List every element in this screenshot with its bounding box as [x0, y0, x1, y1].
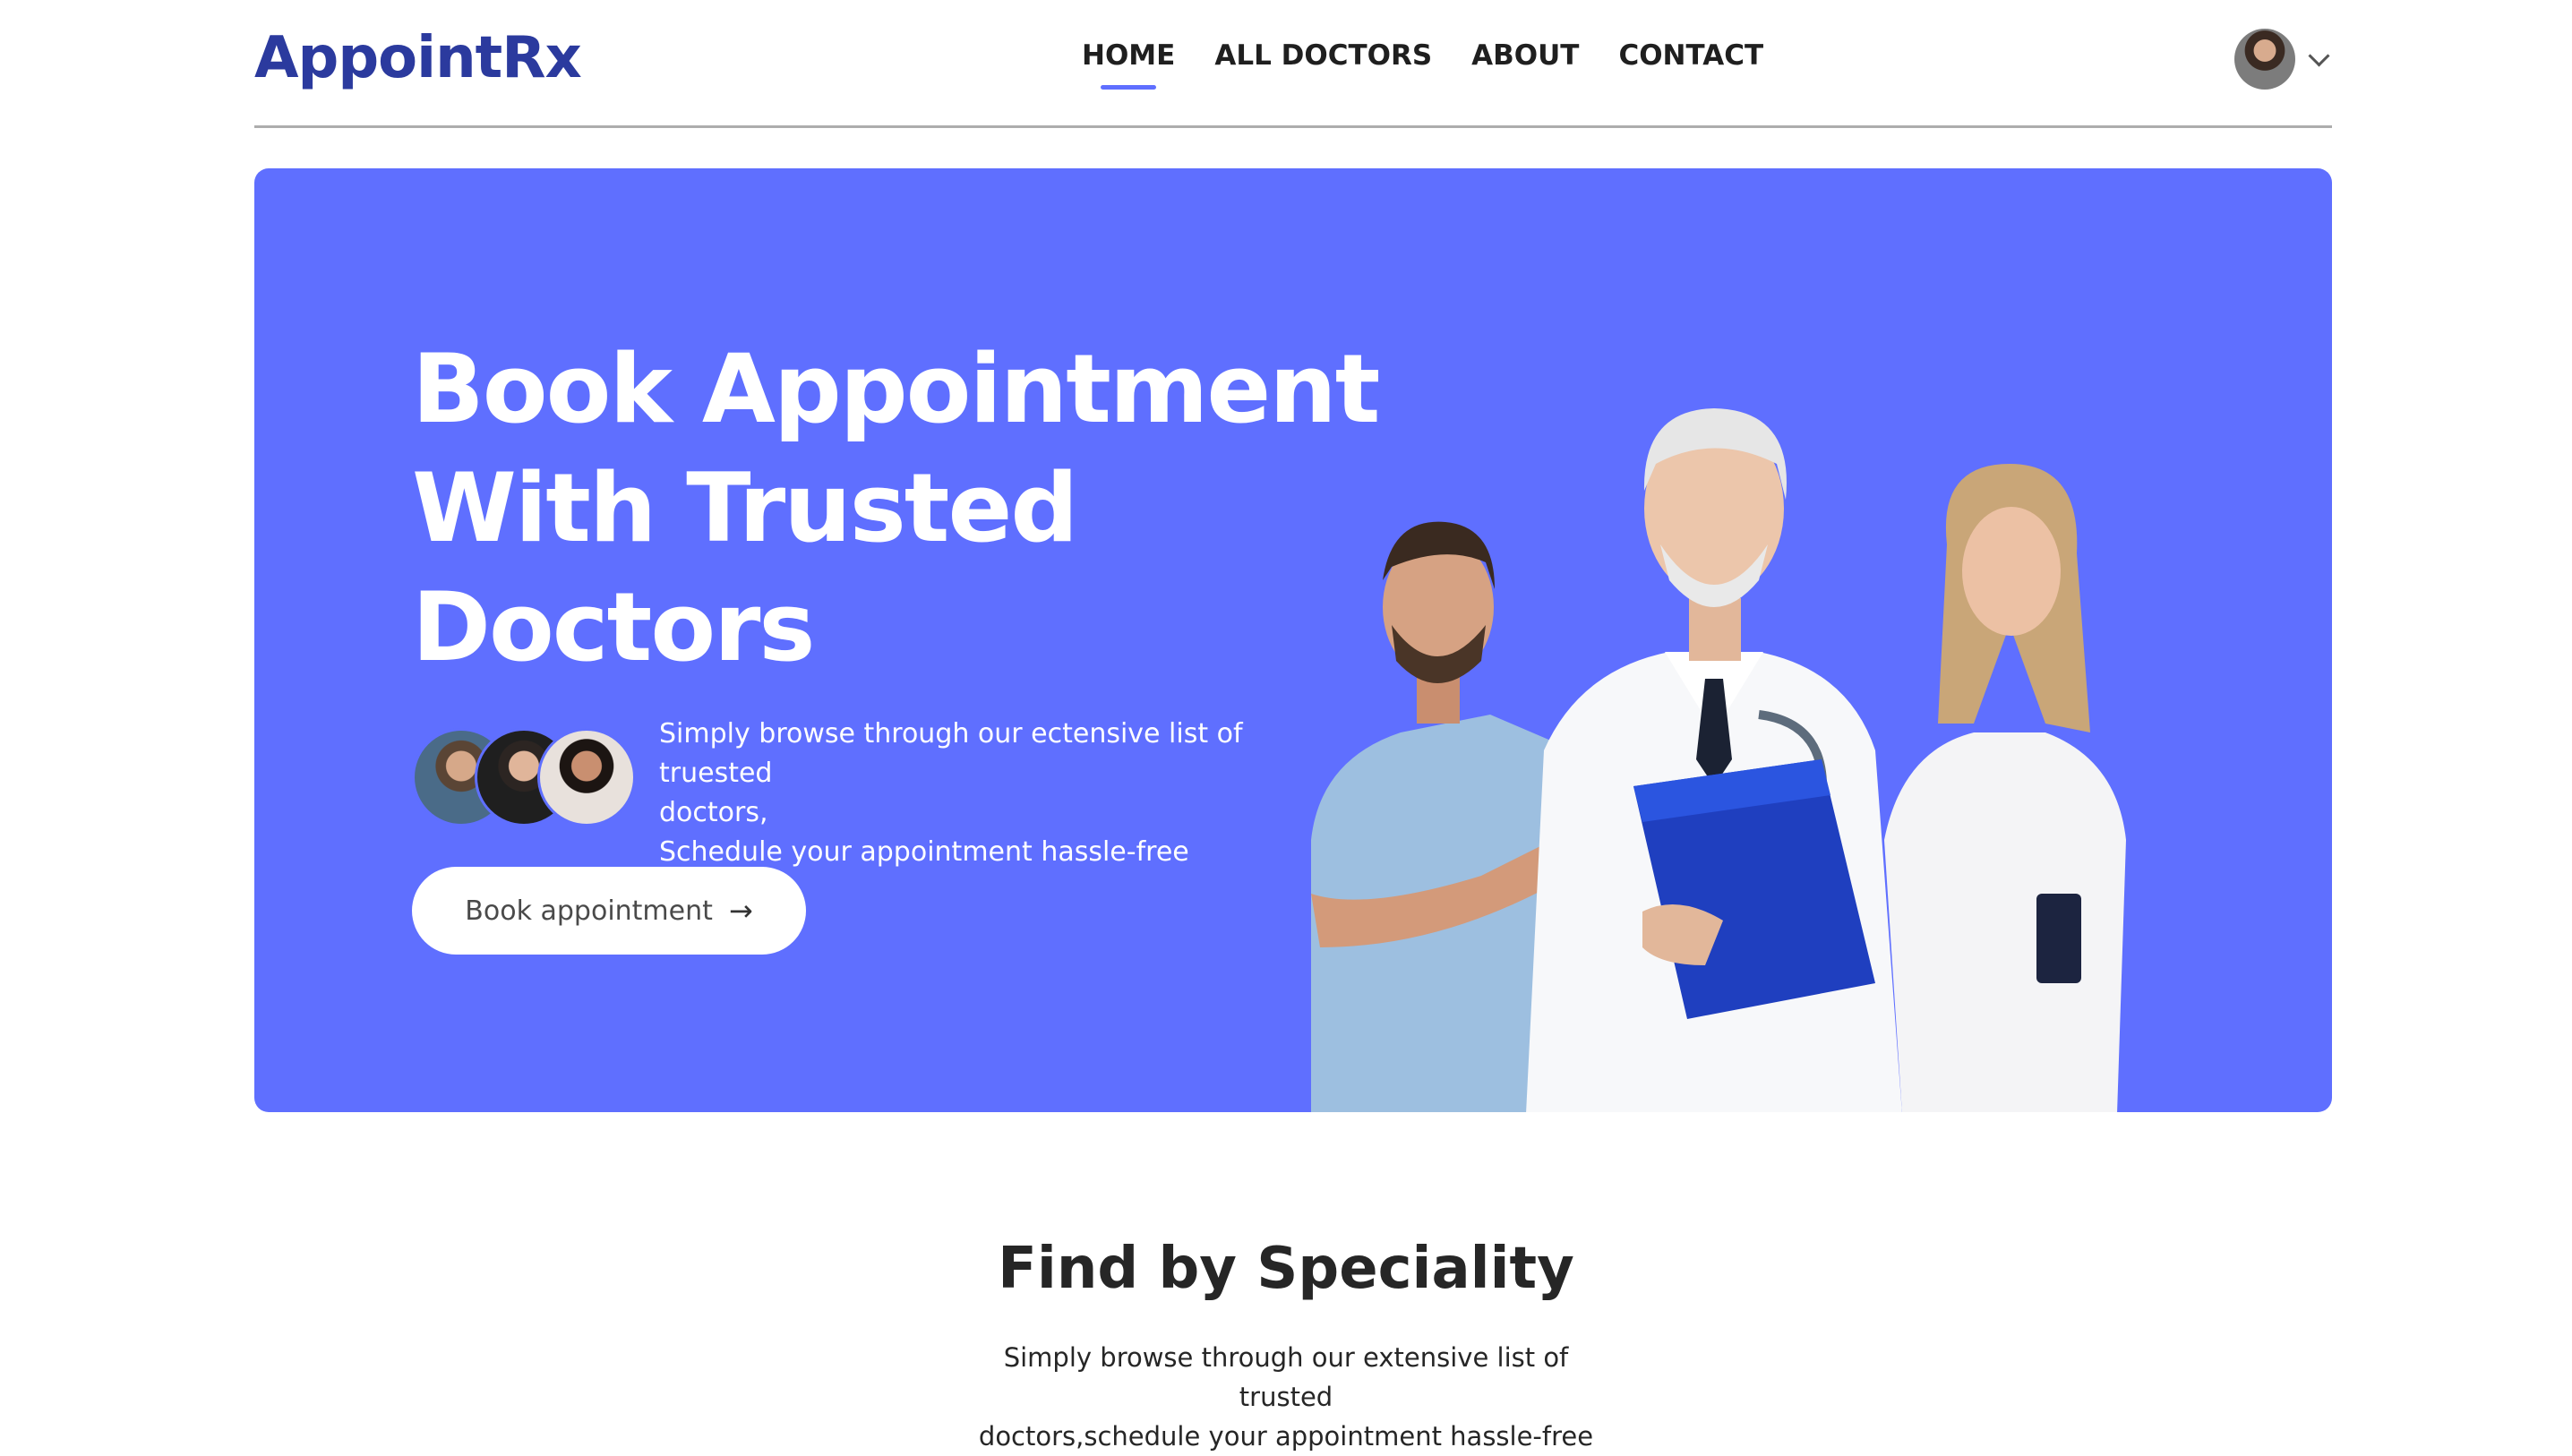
chevron-down-icon[interactable] [2308, 44, 2330, 67]
nav-item-home[interactable]: HOME [1082, 39, 1176, 90]
nav-item-label: ABOUT [1471, 39, 1580, 72]
active-nav-indicator [1100, 85, 1157, 90]
nav-item-label: ALL DOCTORS [1214, 39, 1433, 72]
speciality-description-line: doctors,schedule your appointment hassle… [978, 1421, 1594, 1452]
doctor-center [1526, 408, 1902, 1112]
nav-item-contact[interactable]: CONTACT [1618, 39, 1763, 72]
hero-banner: Book Appointment With Trusted Doctors Si… [254, 168, 2332, 1112]
nav-item-all-doctors[interactable]: ALL DOCTORS [1214, 39, 1432, 72]
nav-item-label: CONTACT [1618, 39, 1764, 72]
avatar[interactable] [2234, 29, 2295, 90]
profile-menu[interactable] [2234, 29, 2332, 90]
nav-item-about[interactable]: ABOUT [1471, 39, 1579, 72]
book-appointment-label: Book appointment [465, 895, 713, 927]
book-appointment-button[interactable]: Book appointment → [412, 867, 806, 955]
speciality-title: Find by Speciality [998, 1236, 1574, 1302]
doctor-right [1884, 464, 2126, 1112]
hero-description-line: Simply browse through our ectensive list… [659, 718, 1243, 789]
hero-description: Simply browse through our ectensive list… [659, 715, 1322, 872]
site-logo[interactable]: AppointRx [254, 25, 582, 91]
hero-title-line: Book Appointment [412, 334, 1380, 444]
speciality-description-line: Simply browse through our extensive list… [1003, 1342, 1569, 1412]
site-header: AppointRx HOME ALL DOCTORS ABOUT CONTACT [254, 0, 2332, 128]
hero-title: Book Appointment With Trusted Doctors [412, 330, 1397, 687]
speciality-description: Simply browse through our extensive list… [973, 1338, 1599, 1456]
arrow-right-icon: → [728, 894, 753, 928]
hero-title-line: Doctors [412, 572, 816, 682]
doctors-hero-image [1311, 408, 2126, 1112]
profile-photo [537, 728, 636, 826]
main-nav: HOME ALL DOCTORS ABOUT CONTACT [1082, 39, 1763, 90]
hero-description-line: doctors, [659, 797, 768, 828]
group-profiles-image [412, 728, 645, 826]
nav-item-label: HOME [1082, 39, 1176, 72]
hero-title-line: With Trusted [412, 453, 1078, 563]
